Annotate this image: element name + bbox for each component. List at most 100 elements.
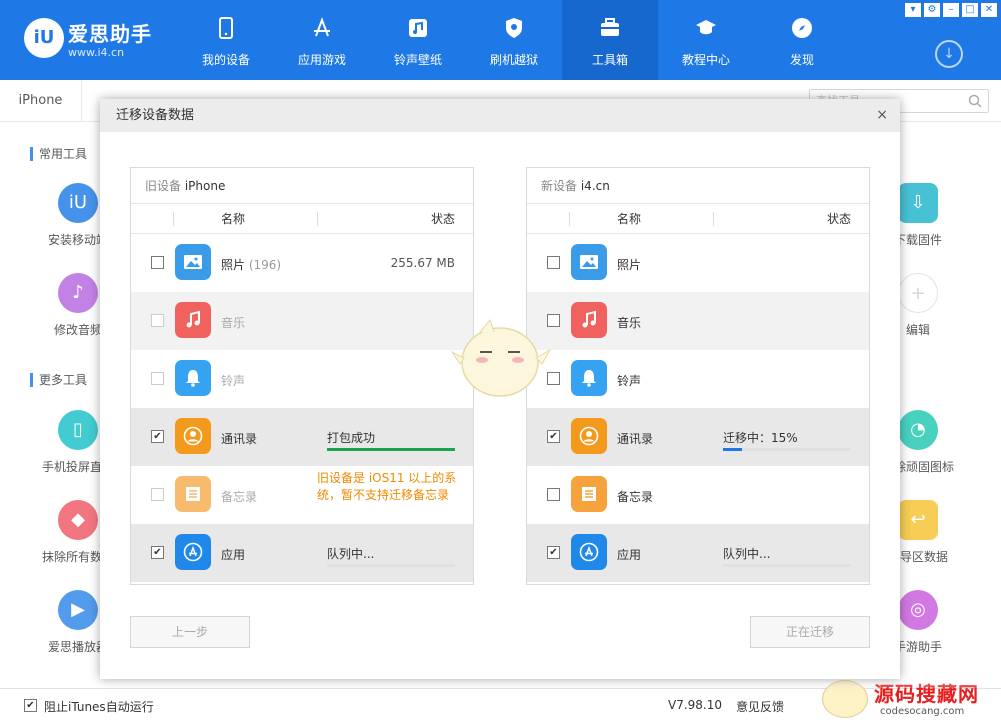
download-manager-button[interactable]: ↓ [935,40,963,68]
item-checkbox[interactable]: ✔ [547,430,560,443]
appstore-icon [571,534,607,570]
list-item[interactable]: ✔ 应用 队列中... [131,524,473,582]
progress-label: 打包成功 [327,431,376,445]
list-item: 铃声 [131,350,473,408]
toolbox-icon [601,18,619,36]
list-item[interactable]: 照片 (196) 255.67 MB [131,234,473,292]
settings-icon[interactable]: ⚙ [924,3,940,17]
notes-icon [571,476,607,512]
item-name: 音乐 [617,316,642,330]
appstore-icon [314,17,330,37]
progress-label: 队列中... [723,547,771,561]
nav-my-device[interactable]: 我的设备 [178,0,274,80]
item-checkbox[interactable] [547,256,560,269]
item-name: 铃声 [617,374,642,388]
col-status: 状态 [430,212,455,226]
item-name: 备忘录 [221,490,258,504]
new-device-title: 新设备 i4.cn [527,168,869,204]
progress-label: 队列中... [327,547,375,561]
photo-icon [175,244,211,280]
item-checkbox[interactable] [547,488,560,501]
minimize-button[interactable]: – [943,3,959,17]
app-site: www.i4.cn [68,46,125,59]
warning-text: 旧设备是 iOS11 以上的系统，暂不支持迁移备忘录 [317,471,457,502]
item-name: 通讯录 [617,432,654,446]
nav-label: 发现 [789,53,814,67]
list-item[interactable]: 照片 [527,234,869,292]
itunes-label: 阻止iTunes自动运行 [44,700,154,714]
list-item[interactable]: 音乐 [527,292,869,350]
nav-flash-jailbreak[interactable]: 刷机越狱 [466,0,562,80]
list-item[interactable]: ✔ 通讯录 打包成功 [131,408,473,466]
phone-icon [219,17,233,39]
close-icon[interactable]: × [876,99,888,132]
list-item[interactable]: 铃声 [527,350,869,408]
list-item[interactable]: 备忘录 [527,466,869,524]
window-controls: ▾ ⚙ – □ ✕ [905,3,997,17]
nav-apps-games[interactable]: 应用游戏 [274,0,370,80]
item-count: (196) [248,258,282,272]
item-checkbox[interactable]: ✔ [151,546,164,559]
appstore-icon [175,534,211,570]
item-checkbox[interactable]: ✔ [547,546,560,559]
item-label: 照片 [221,258,246,272]
contacts-icon [571,418,607,454]
new-device-name: i4.cn [580,179,610,193]
watermark-url: codesocang.com [880,706,965,717]
item-name: 应用 [221,548,246,562]
old-device-panel: 旧设备 iPhone 名称 状态 照片 (196) 255.67 MB 音乐 铃… [130,167,474,585]
column-header: 名称 状态 [131,204,473,234]
item-checkbox[interactable]: ✔ [151,430,164,443]
bell-icon [175,360,211,396]
music-icon [409,19,427,37]
new-device-label: 新设备 [541,179,578,193]
top-header: iU 爱思助手 www.i4.cn 我的设备 应用游戏 铃声壁纸 刷机越狱 工具… [0,0,1001,80]
item-name: 音乐 [221,316,246,330]
previous-button[interactable]: 上一步 [130,616,250,648]
skin-icon[interactable]: ▾ [905,3,921,17]
itunes-checkbox[interactable]: ✔ [24,699,37,712]
close-window-button[interactable]: ✕ [981,3,997,17]
nav-ringtones[interactable]: 铃声壁纸 [370,0,466,80]
list-item: 音乐 [131,292,473,350]
old-device-name: iPhone [184,179,226,193]
notes-icon [175,476,211,512]
col-status: 状态 [826,212,851,226]
nav-label: 应用游戏 [297,53,346,67]
graduation-cap-icon [696,20,716,35]
item-name: 应用 [617,548,642,562]
migrating-button[interactable]: 正在迁移 [750,616,870,648]
photo-icon [571,244,607,280]
nav-discover[interactable]: 发现 [754,0,850,80]
compass-icon [792,18,812,38]
dialog-title: 迁移设备数据 [116,108,195,123]
list-item: 备忘录 旧设备是 iOS11 以上的系统，暂不支持迁移备忘录 [131,466,473,524]
nav-label: 教程中心 [681,53,730,67]
item-checkbox[interactable] [151,256,164,269]
list-item[interactable]: ✔ 通讯录 迁移中：15% [527,408,869,466]
contacts-icon [175,418,211,454]
item-size: 255.67 MB [390,256,455,270]
list-item[interactable]: ✔ 应用 队列中... [527,524,869,582]
bell-icon [571,360,607,396]
nav-toolbox[interactable]: 工具箱 [562,0,658,80]
maximize-button[interactable]: □ [962,3,978,17]
item-checkbox [151,372,164,385]
item-name: 备忘录 [617,490,654,504]
column-header: 名称 状态 [527,204,869,234]
nav-label: 我的设备 [201,53,250,67]
app-name: 爱思助手 [68,22,152,46]
progress-bar [723,448,851,451]
col-name: 名称 [617,212,642,226]
feedback-link[interactable]: 意见反馈 [736,698,784,715]
old-device-label: 旧设备 [145,179,182,193]
item-checkbox [151,314,164,327]
nav-tutorials[interactable]: 教程中心 [658,0,754,80]
item-name: 照片 [617,258,642,272]
migration-mascot-icon [450,318,552,397]
progress-bar [327,564,455,567]
item-name: 照片 (196) [221,256,281,273]
old-device-title: 旧设备 iPhone [131,168,473,204]
app-logo: iU [24,18,64,58]
music-note-icon [571,302,607,338]
